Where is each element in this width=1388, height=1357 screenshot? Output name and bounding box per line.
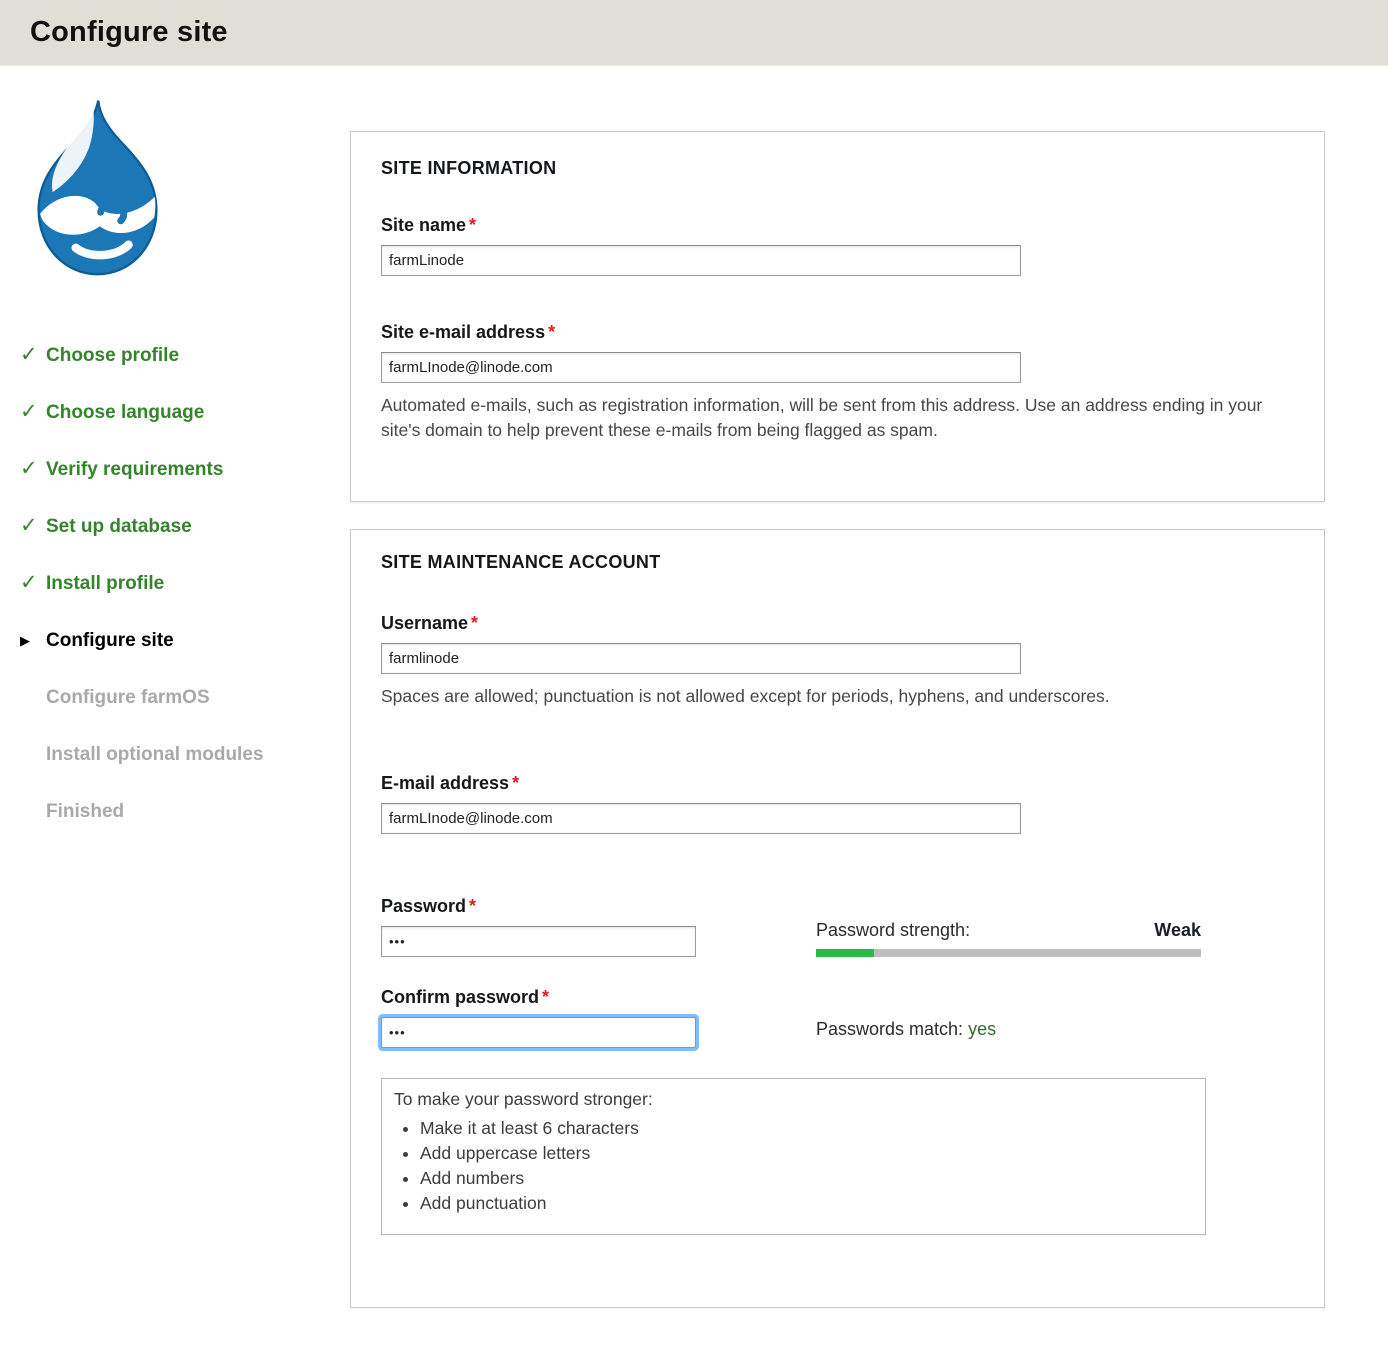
check-icon: ✓ [20, 401, 46, 423]
required-asterisk: * [469, 215, 476, 235]
required-asterisk: * [542, 987, 549, 1007]
check-icon: ✓ [20, 515, 46, 537]
username-input[interactable] [381, 643, 1021, 674]
username-label: Username* [381, 613, 1294, 634]
required-asterisk: * [512, 773, 519, 793]
site-maintenance-account-legend: SITE MAINTENANCE ACCOUNT [381, 552, 1294, 573]
check-icon: ✓ [20, 344, 46, 366]
active-arrow-icon: ▶ [20, 629, 46, 653]
step-install-optional-modules: Install optional modules [20, 743, 350, 767]
passwords-match-label: Passwords match: [816, 1019, 968, 1039]
step-label: Configure farmOS [46, 686, 210, 710]
step-label: Install optional modules [46, 743, 263, 767]
password-form-item: Password* [381, 896, 706, 957]
site-maintenance-account-fieldset: SITE MAINTENANCE ACCOUNT Username* Space… [350, 529, 1325, 1308]
password-input[interactable] [381, 926, 696, 957]
step-choose-profile: ✓ Choose profile [20, 344, 350, 368]
confirm-password-input[interactable] [381, 1017, 696, 1048]
required-asterisk: * [548, 322, 555, 342]
password-strength-label: Password strength: [816, 920, 970, 941]
step-label: Configure site [46, 629, 174, 653]
passwords-match-indicator: Passwords match: yes [816, 1019, 1201, 1048]
password-suggestions-list: Make it at least 6 characters Add upperc… [394, 1118, 1189, 1214]
step-label: Verify requirements [46, 458, 223, 482]
password-suggestion-item: Make it at least 6 characters [420, 1118, 1189, 1139]
step-configure-farmos: Configure farmOS [20, 686, 350, 710]
password-strength-level: Weak [1154, 920, 1201, 941]
passwords-match-value: yes [968, 1019, 996, 1039]
check-icon: ✓ [20, 572, 46, 594]
confirm-password-row: Confirm password* Passwords match: yes [381, 987, 1294, 1048]
site-name-label: Site name* [381, 215, 1294, 236]
page-title: Configure site [30, 16, 228, 49]
site-email-label: Site e-mail address* [381, 322, 1294, 343]
site-email-input[interactable] [381, 352, 1021, 383]
password-suggestion-item: Add uppercase letters [420, 1143, 1189, 1164]
step-verify-requirements: ✓ Verify requirements [20, 458, 350, 482]
install-task-list: ✓ Choose profile ✓ Choose language ✓ Ver… [20, 344, 350, 824]
username-form-item: Username* Spaces are allowed; punctuatio… [381, 613, 1294, 709]
step-configure-site: ▶ Configure site [20, 629, 350, 653]
password-suggestions-title: To make your password stronger: [394, 1089, 1189, 1110]
username-description: Spaces are allowed; punctuation is not a… [381, 684, 1294, 709]
account-email-label: E-mail address* [381, 773, 1294, 794]
drupal-drop-icon [20, 96, 175, 282]
step-label: Set up database [46, 515, 192, 539]
confirm-password-label: Confirm password* [381, 987, 706, 1008]
site-information-fieldset: SITE INFORMATION Site name* Site e-mail … [350, 131, 1325, 502]
password-strength-bar [816, 949, 1201, 957]
password-label: Password* [381, 896, 706, 917]
password-suggestion-item: Add punctuation [420, 1193, 1189, 1214]
site-name-input[interactable] [381, 245, 1021, 276]
check-icon: ✓ [20, 458, 46, 480]
required-asterisk: * [469, 896, 476, 916]
site-name-form-item: Site name* [381, 215, 1294, 276]
confirm-password-form-item: Confirm password* [381, 987, 706, 1048]
step-label: Choose profile [46, 344, 179, 368]
configure-site-form: SITE INFORMATION Site name* Site e-mail … [350, 66, 1325, 1308]
account-email-input[interactable] [381, 803, 1021, 834]
site-information-legend: SITE INFORMATION [381, 158, 1294, 179]
install-steps-sidebar: ✓ Choose profile ✓ Choose language ✓ Ver… [0, 66, 350, 857]
site-email-form-item: Site e-mail address* Automated e-mails, … [381, 322, 1294, 443]
drupal-logo [20, 96, 175, 282]
step-finished: Finished [20, 800, 350, 824]
step-label: Choose language [46, 401, 204, 425]
password-row: Password* Password strength: Weak [381, 896, 1294, 957]
password-strength-bar-fill [816, 949, 874, 957]
password-suggestions-box: To make your password stronger: Make it … [381, 1078, 1206, 1235]
step-set-up-database: ✓ Set up database [20, 515, 350, 539]
step-choose-language: ✓ Choose language [20, 401, 350, 425]
page-header: Configure site [0, 0, 1388, 66]
password-suggestion-item: Add numbers [420, 1168, 1189, 1189]
required-asterisk: * [471, 613, 478, 633]
password-strength-indicator: Password strength: Weak [816, 896, 1201, 957]
site-email-description: Automated e-mails, such as registration … [381, 393, 1294, 443]
account-email-form-item: E-mail address* [381, 773, 1294, 834]
step-install-profile: ✓ Install profile [20, 572, 350, 596]
step-label: Finished [46, 800, 124, 824]
step-label: Install profile [46, 572, 164, 596]
